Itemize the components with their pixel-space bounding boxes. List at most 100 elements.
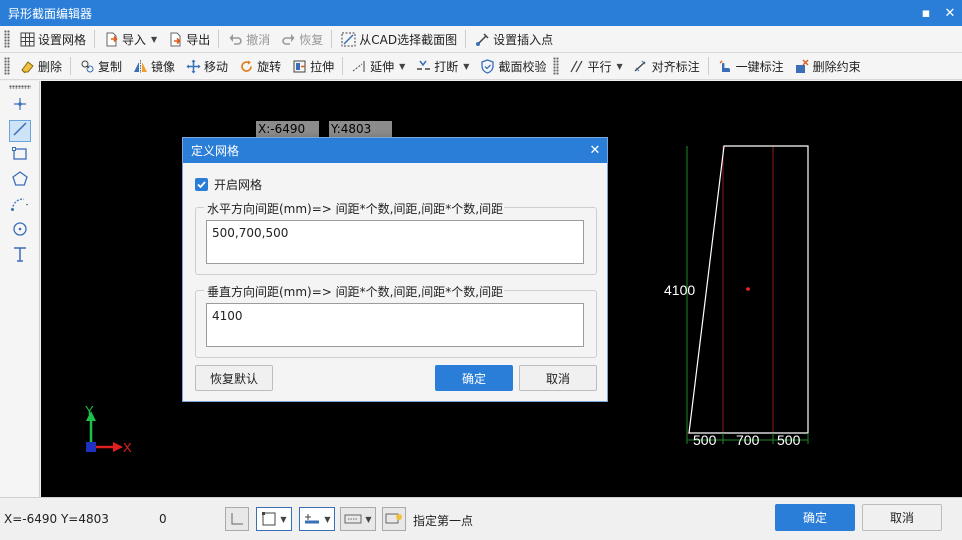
define-grid-dialog: 定义网格 ✕ 开启网格 水平方向间距(mm)=> 间距*个数,间距,间距*个数,… — [182, 137, 608, 402]
break-dropdown-icon[interactable]: ▼ — [463, 62, 469, 71]
dimension-display-icon — [344, 514, 362, 524]
rotate-icon — [238, 58, 254, 74]
dialog-cancel-button[interactable]: 取消 — [519, 365, 597, 391]
section-check-button[interactable]: 截面校验 — [474, 55, 551, 77]
vertical-spacing-group: 垂直方向间距(mm)=> 间距*个数,间距,间距*个数,间距,... 4100 — [195, 283, 597, 358]
circle-tool[interactable] — [9, 220, 31, 242]
enable-grid-row[interactable]: 开启网格 — [195, 176, 262, 193]
dimension-display-toggle[interactable]: ▼ — [340, 507, 376, 531]
track-icon — [305, 514, 320, 524]
move-button[interactable]: 移动 — [180, 55, 233, 77]
export-button[interactable]: 导出 — [162, 28, 215, 50]
close-button[interactable]: ✕ — [938, 0, 962, 26]
import-button[interactable]: 导入 ▼ — [98, 28, 162, 50]
circle-icon — [11, 220, 29, 241]
cad-select-icon — [340, 31, 356, 47]
copy-button[interactable]: 复制 — [74, 55, 127, 77]
toolbar-grip[interactable] — [4, 30, 10, 48]
rotate-button[interactable]: 旋转 — [233, 55, 286, 77]
dialog-title: 定义网格 — [191, 144, 240, 158]
hand-pointer-icon — [717, 58, 733, 74]
stretch-button[interactable]: 拉伸 — [286, 55, 339, 77]
window-title-bar: 异形截面编辑器 ▪ ✕ — [0, 0, 962, 26]
toolbar-grip[interactable] — [4, 57, 10, 75]
window-title: 异形截面编辑器 — [8, 6, 93, 21]
command-prompt: 指定第一点 — [413, 514, 474, 528]
ortho-toggle[interactable] — [225, 507, 249, 531]
horizontal-spacing-input[interactable]: 500,700,500 — [206, 220, 584, 264]
dialog-close-icon[interactable]: ✕ — [583, 143, 607, 158]
cursor-y-readout: Y:4803 — [329, 121, 392, 137]
track-dropdown-icon[interactable]: ▼ — [324, 515, 330, 524]
mirror-button[interactable]: 镜像 — [127, 55, 180, 77]
dialog-ok-button[interactable]: 确定 — [435, 365, 513, 391]
extend-icon — [351, 58, 367, 74]
hint-lightbulb-icon — [385, 513, 402, 524]
delete-constraint-button[interactable]: 删除约束 — [789, 55, 866, 77]
dimension-horizontal-2[interactable]: 700 — [736, 432, 760, 448]
grid-lines — [686, 146, 808, 444]
panel-grip[interactable] — [8, 85, 31, 89]
redo-button[interactable]: 恢复 — [275, 28, 328, 50]
snap-toggle[interactable]: ▼ — [256, 507, 292, 531]
extend-dropdown-icon[interactable]: ▼ — [399, 62, 405, 71]
undo-icon — [227, 31, 243, 47]
arc-tool[interactable] — [9, 195, 31, 217]
horizontal-spacing-group: 水平方向间距(mm)=> 间距*个数,间距,间距*个数,间距,... 500,7… — [195, 200, 597, 275]
toolbar-grip[interactable] — [553, 57, 560, 75]
axis-x-label: X — [123, 440, 132, 455]
status-value: 0 — [159, 512, 167, 526]
redo-icon — [280, 31, 296, 47]
eraser-icon — [19, 58, 35, 74]
edit-toolbar: 删除 复制 镜像 移动 旋转 拉伸 延伸 ▼ 打断 ▼ 截面校验 平行 ▼ 对齐… — [0, 53, 962, 80]
checkmark-icon — [197, 181, 206, 189]
dimension-display-dropdown-icon[interactable]: ▼ — [365, 515, 371, 524]
dimension-horizontal-1[interactable]: 500 — [693, 432, 717, 448]
insert-point-icon — [474, 31, 490, 47]
polygon-tool[interactable] — [9, 170, 31, 192]
parallel-dropdown-icon[interactable]: ▼ — [616, 62, 622, 71]
editor-cancel-button[interactable]: 取消 — [862, 504, 942, 531]
line-tool[interactable] — [8, 119, 31, 142]
parallel-icon — [568, 58, 584, 74]
point-tool[interactable] — [9, 95, 31, 117]
drawing-tools-panel — [0, 81, 40, 497]
text-icon — [11, 245, 29, 266]
enable-grid-checkbox[interactable] — [195, 178, 208, 191]
stretch-icon — [291, 58, 307, 74]
break-button[interactable]: 打断 ▼ — [410, 55, 474, 77]
shield-check-icon — [479, 58, 495, 74]
dimension-horizontal-3[interactable]: 500 — [777, 432, 801, 448]
mirror-icon — [132, 58, 148, 74]
restore-default-button[interactable]: 恢复默认 — [195, 365, 273, 391]
text-tool[interactable] — [9, 245, 31, 267]
minimize-button[interactable]: ▪ — [914, 0, 938, 26]
align-dimension-button[interactable]: 对齐标注 — [628, 55, 705, 77]
break-icon — [415, 58, 431, 74]
move-icon — [185, 58, 201, 74]
snap-dropdown-icon[interactable]: ▼ — [280, 515, 286, 524]
rectangle-tool[interactable] — [9, 145, 31, 167]
extend-button[interactable]: 延伸 ▼ — [346, 55, 410, 77]
dialog-title-bar[interactable]: 定义网格 ✕ — [183, 138, 607, 163]
undo-button[interactable]: 撤消 — [222, 28, 275, 50]
track-toggle[interactable]: ▼ — [299, 507, 335, 531]
vertical-spacing-label: 垂直方向间距(mm)=> 间距*个数,间距,间距*个数,间距,... — [204, 283, 504, 300]
one-key-dimension-button[interactable]: 一键标注 — [712, 55, 789, 77]
parallel-button[interactable]: 平行 ▼ — [563, 55, 627, 77]
dimension-vertical[interactable]: 4100 — [664, 282, 695, 298]
main-toolbar: 设置网格 导入 ▼ 导出 撤消 恢复 从CAD选择截面图 设置插入点 — [0, 26, 962, 53]
vertical-spacing-input[interactable]: 4100 — [206, 303, 584, 347]
set-grid-button[interactable]: 设置网格 — [14, 28, 91, 50]
delete-constraint-icon — [794, 58, 810, 74]
ortho-icon — [231, 513, 243, 525]
delete-button[interactable]: 删除 — [14, 55, 67, 77]
insert-point-marker[interactable] — [746, 287, 750, 291]
import-dropdown-icon[interactable]: ▼ — [151, 35, 157, 44]
cursor-x-readout: X:-6490 — [256, 121, 319, 137]
hint-toggle[interactable] — [382, 507, 406, 531]
editor-ok-button[interactable]: 确定 — [775, 504, 855, 531]
select-from-cad-button[interactable]: 从CAD选择截面图 — [335, 28, 462, 50]
status-bar: X=-6490 Y=4803 0 ▼ ▼ ▼ 指定第一点 确定 取消 — [0, 497, 962, 540]
set-insert-point-button[interactable]: 设置插入点 — [469, 28, 558, 50]
